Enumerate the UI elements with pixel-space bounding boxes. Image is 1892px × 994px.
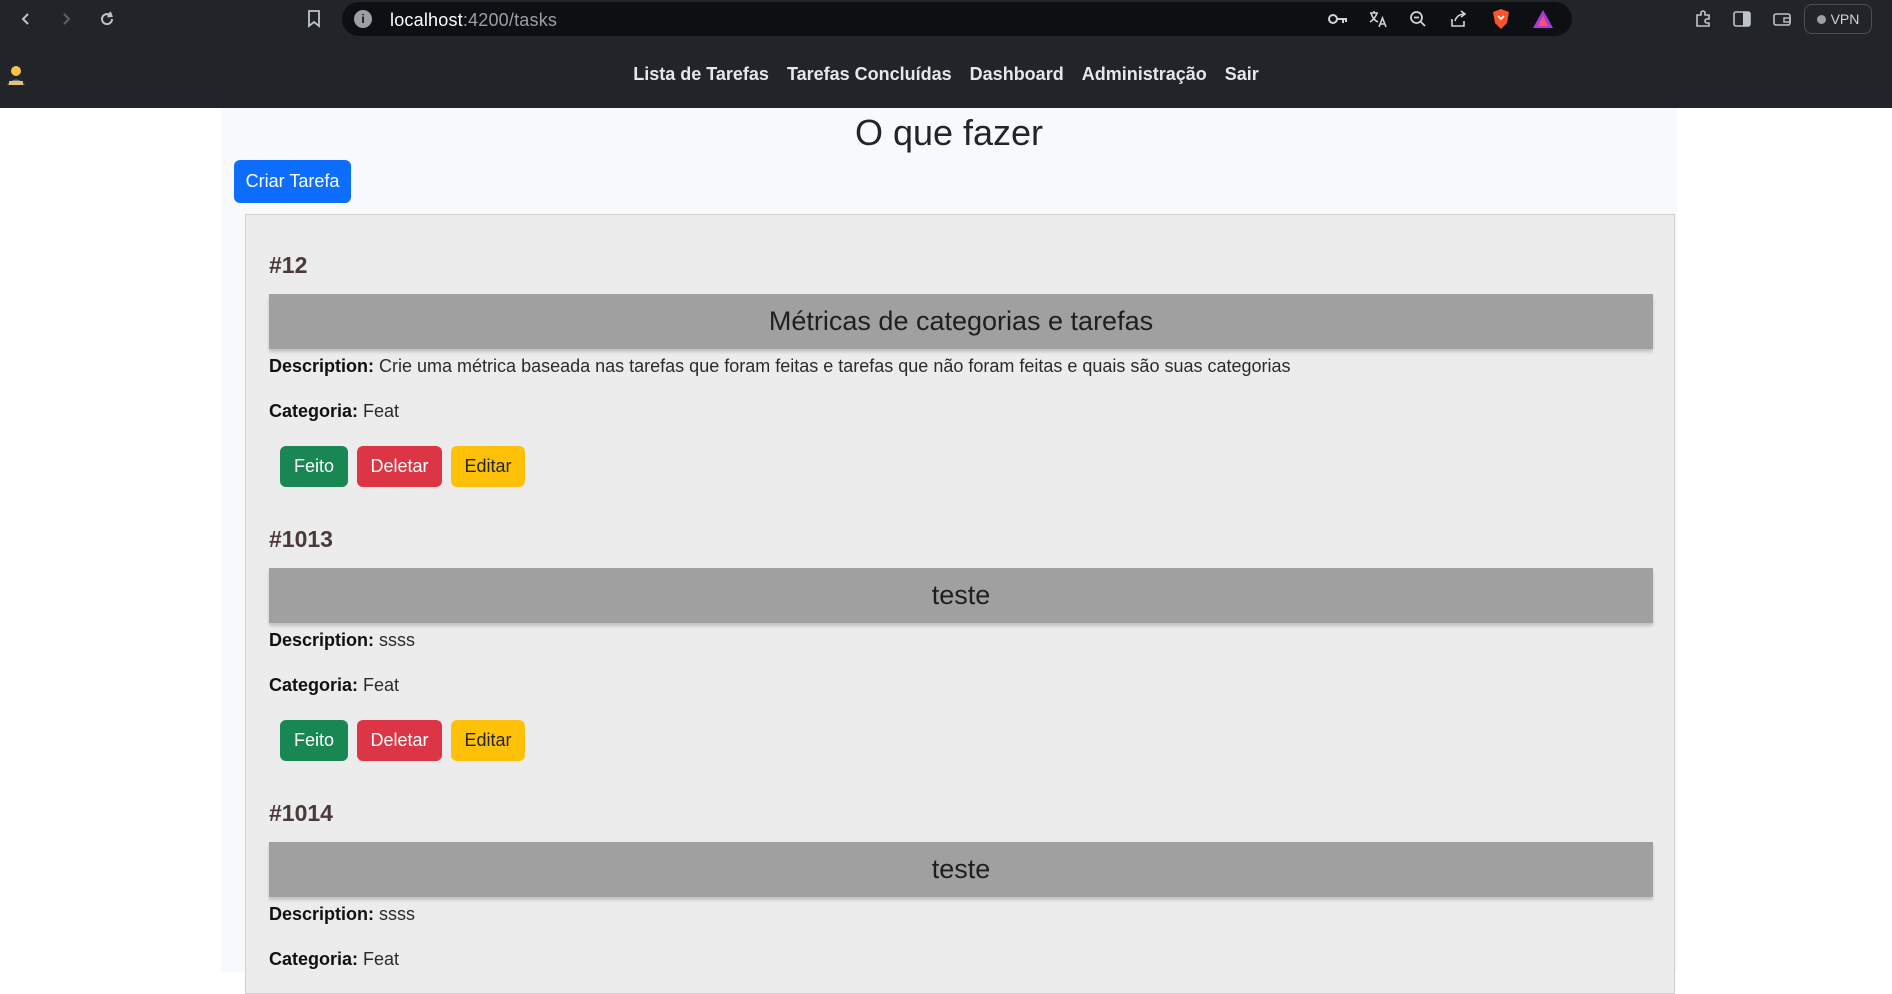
- url-text: localhost:4200/tasks: [390, 10, 557, 31]
- task-actions: Feito Deletar Editar: [280, 446, 525, 487]
- task-description: Description: Crie uma métrica baseada na…: [269, 356, 1291, 377]
- nav-link-completed-tasks[interactable]: Tarefas Concluídas: [787, 64, 952, 85]
- forward-icon[interactable]: [54, 7, 78, 31]
- back-icon[interactable]: [14, 7, 38, 31]
- reload-icon[interactable]: [95, 7, 119, 31]
- url-path: :4200/tasks: [462, 10, 558, 30]
- edit-button[interactable]: Editar: [451, 446, 525, 487]
- vpn-status-icon: [1816, 14, 1826, 24]
- done-button[interactable]: Feito: [280, 446, 348, 487]
- task-title: teste: [931, 580, 991, 610]
- task-description: Description: ssss: [269, 630, 415, 651]
- sidebar-toggle-icon[interactable]: [1730, 7, 1754, 31]
- nav-link-dashboard[interactable]: Dashboard: [970, 64, 1064, 85]
- task-title: teste: [931, 854, 991, 884]
- task-actions: Feito Deletar Editar: [280, 720, 525, 761]
- nav-link-task-list[interactable]: Lista de Tarefas: [633, 64, 769, 85]
- key-icon[interactable]: [1327, 8, 1349, 30]
- task-category: Categoria: Feat: [269, 401, 399, 422]
- task-title-bar: Métricas de categorias e tarefas: [269, 294, 1653, 349]
- site-info-icon[interactable]: i: [354, 10, 372, 28]
- category-value: Feat: [363, 675, 400, 695]
- task-list-panel: #12 Métricas de categorias e tarefas Des…: [245, 214, 1675, 994]
- url-host: localhost: [390, 10, 463, 30]
- share-icon[interactable]: [1447, 8, 1469, 30]
- description-value: Crie uma métrica baseada nas tarefas que…: [379, 356, 1291, 376]
- wallet-icon[interactable]: [1770, 7, 1794, 31]
- description-value: ssss: [379, 630, 416, 650]
- category-value: Feat: [363, 401, 400, 421]
- category-label: Categoria:: [269, 675, 359, 695]
- description-label: Description:: [269, 904, 375, 924]
- extensions-icon[interactable]: [1691, 7, 1715, 31]
- browser-toolbar: i localhost:4200/tasks VPN: [0, 0, 1892, 38]
- brave-rewards-icon[interactable]: [1532, 8, 1554, 30]
- category-label: Categoria:: [269, 401, 359, 421]
- nav-link-admin[interactable]: Administração: [1082, 64, 1207, 85]
- nav-links: Lista de Tarefas Tarefas Concluídas Dash…: [0, 64, 1892, 85]
- task-id: #1014: [269, 800, 333, 826]
- description-label: Description:: [269, 630, 375, 650]
- task-id: #12: [269, 252, 308, 278]
- category-value: Feat: [363, 949, 400, 969]
- nav-link-logout[interactable]: Sair: [1225, 64, 1259, 85]
- create-task-button[interactable]: Criar Tarefa: [234, 160, 351, 203]
- app-navbar: Lista de Tarefas Tarefas Concluídas Dash…: [0, 38, 1892, 108]
- description-label: Description:: [269, 356, 375, 376]
- task-description: Description: ssss: [269, 904, 415, 925]
- vpn-label: VPN: [1830, 11, 1860, 27]
- task-title-bar: teste: [269, 842, 1653, 897]
- task-id: #1013: [269, 526, 333, 552]
- task-category: Categoria: Feat: [269, 949, 399, 970]
- page-container: O que fazer Criar Tarefa #12 Métricas de…: [221, 108, 1677, 994]
- done-button[interactable]: Feito: [280, 720, 348, 761]
- vpn-button[interactable]: VPN: [1804, 4, 1872, 34]
- address-bar[interactable]: i localhost:4200/tasks: [342, 2, 1572, 36]
- brave-shield-icon[interactable]: [1490, 8, 1512, 30]
- page-title: O que fazer: [854, 112, 1044, 153]
- zoom-out-icon[interactable]: [1407, 8, 1429, 30]
- translate-icon[interactable]: [1367, 8, 1389, 30]
- bookmark-icon[interactable]: [302, 7, 326, 31]
- edit-button[interactable]: Editar: [451, 720, 525, 761]
- task-category: Categoria: Feat: [269, 675, 399, 696]
- task-title-bar: teste: [269, 568, 1653, 623]
- description-value: ssss: [379, 904, 416, 924]
- category-label: Categoria:: [269, 949, 359, 969]
- delete-button[interactable]: Deletar: [357, 720, 442, 761]
- task-title: Métricas de categorias e tarefas: [768, 306, 1154, 336]
- delete-button[interactable]: Deletar: [357, 446, 442, 487]
